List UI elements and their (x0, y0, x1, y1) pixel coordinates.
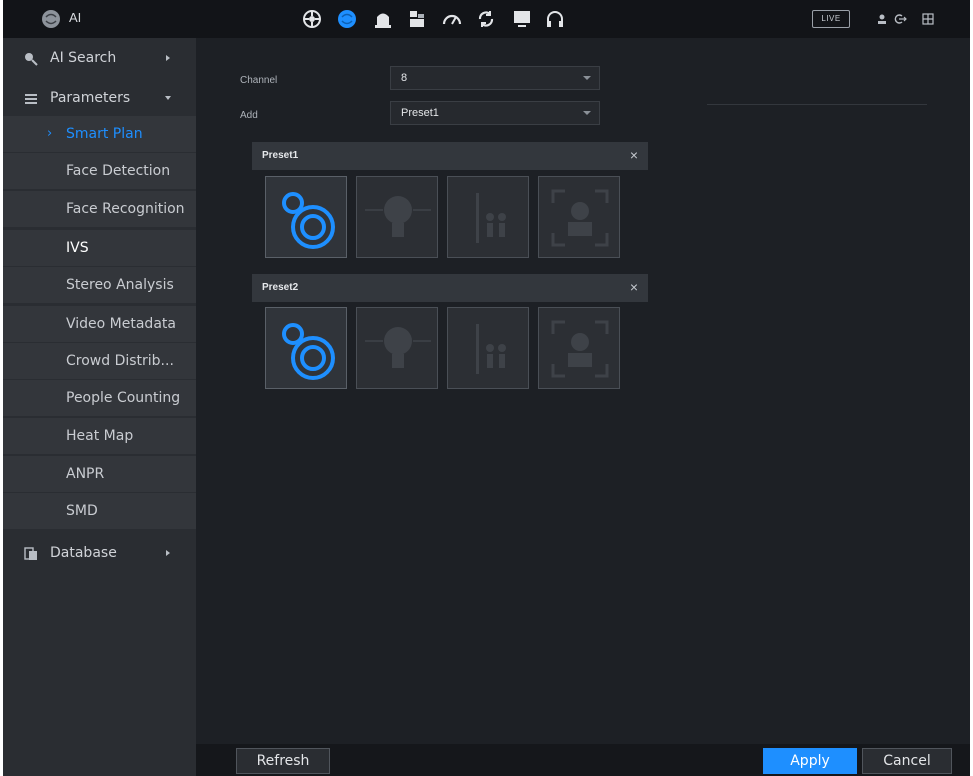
top-bar: AI LIVE (3, 0, 970, 38)
chevron-right-icon (166, 550, 170, 556)
display-icon[interactable] (511, 8, 533, 30)
ai-module-icon[interactable] (301, 8, 323, 30)
face-recognition-icon (551, 320, 609, 378)
smart-tracking-icon (282, 323, 335, 380)
database-icon (24, 547, 37, 560)
face-recognition-tile[interactable] (538, 176, 620, 258)
storage-icon[interactable] (406, 8, 428, 30)
sidebar: AI Search Parameters › Smart Plan Face D… (3, 38, 196, 776)
add-preset-value: Preset1 (401, 107, 439, 119)
sidebar-item-label: Parameters (50, 90, 131, 106)
sidebar-item-smd[interactable]: SMD (3, 493, 196, 529)
sidebar-item-people-counting[interactable]: People Counting (3, 380, 196, 416)
sidebar-item-crowd-distribution[interactable]: Crowd Distrib... (3, 343, 196, 379)
sidebar-item-database[interactable]: Database (3, 536, 196, 572)
refresh-button[interactable]: Refresh (236, 748, 330, 774)
sidebar-item-video-metadata[interactable]: Video Metadata (3, 306, 196, 342)
face-detection-tile[interactable] (356, 307, 438, 389)
smart-tracking-tile[interactable] (265, 307, 347, 389)
apply-button[interactable]: Apply (763, 748, 857, 774)
grid-icon[interactable] (921, 12, 935, 26)
cancel-button[interactable]: Cancel (862, 748, 952, 774)
add-label: Add (240, 110, 258, 121)
ai-brain-icon[interactable] (336, 8, 358, 30)
sidebar-item-heat-map[interactable]: Heat Map (3, 418, 196, 454)
user-icon[interactable] (875, 12, 889, 26)
face-detection-tile[interactable] (356, 176, 438, 258)
face-detection-icon (365, 327, 431, 368)
preset-header: Preset2 × (252, 274, 648, 302)
channel-label: Channel (240, 75, 278, 86)
channel-value: 8 (401, 72, 408, 84)
close-icon[interactable]: × (630, 279, 638, 295)
alarm-icon[interactable] (372, 8, 394, 30)
app-window: AI LIVE AI Search Parameters › Smart Pla… (3, 0, 970, 776)
channel-select[interactable]: 8 (390, 66, 600, 90)
sidebar-item-face-detection[interactable]: Face Detection (3, 153, 196, 189)
chevron-down-icon (583, 111, 591, 115)
people-counting-tile[interactable] (447, 176, 529, 258)
people-counting-icon (476, 193, 506, 243)
people-counting-icon (476, 324, 506, 374)
face-recognition-icon (551, 189, 609, 247)
sidebar-item-ai-search[interactable]: AI Search (3, 41, 196, 77)
list-icon (25, 94, 37, 104)
smart-tracking-tile[interactable] (265, 176, 347, 258)
preset-name: Preset2 (262, 282, 299, 293)
sidebar-item-parameters[interactable]: Parameters (3, 81, 196, 117)
app-title: AI (69, 10, 82, 25)
face-recognition-tile[interactable] (538, 307, 620, 389)
chevron-right-icon: › (47, 126, 53, 141)
backup-icon[interactable] (475, 8, 497, 30)
chevron-down-icon (583, 76, 591, 80)
sidebar-item-label: Database (50, 545, 117, 561)
audio-icon[interactable] (544, 8, 566, 30)
preset-name: Preset1 (262, 150, 299, 161)
close-icon[interactable]: × (630, 147, 638, 163)
sidebar-item-stereo-analysis[interactable]: Stereo Analysis (3, 267, 196, 303)
logout-icon[interactable] (893, 12, 907, 26)
face-detection-icon (365, 196, 431, 237)
sidebar-item-label: AI Search (50, 50, 117, 66)
bottom-action-bar: Refresh Apply Cancel (196, 744, 970, 776)
sidebar-item-smart-plan[interactable]: › Smart Plan (3, 116, 196, 152)
ai-search-icon (25, 53, 38, 66)
preset-header: Preset1 × (252, 142, 648, 170)
sidebar-item-face-recognition[interactable]: Face Recognition (3, 191, 196, 227)
main-content: Channel 8 Add Preset1 Preset1 × Preset2 … (196, 38, 970, 744)
sidebar-item-ivs[interactable]: IVS (3, 230, 196, 266)
sidebar-item-anpr[interactable]: ANPR (3, 456, 196, 492)
ai-brain-logo-icon (42, 10, 60, 28)
performance-icon[interactable] (441, 8, 463, 30)
live-button[interactable]: LIVE (812, 10, 850, 28)
add-preset-select[interactable]: Preset1 (390, 101, 600, 125)
people-counting-tile[interactable] (447, 307, 529, 389)
smart-tracking-icon (282, 192, 335, 249)
chevron-down-icon (165, 96, 171, 100)
chevron-right-icon (166, 55, 170, 61)
divider (707, 104, 927, 105)
